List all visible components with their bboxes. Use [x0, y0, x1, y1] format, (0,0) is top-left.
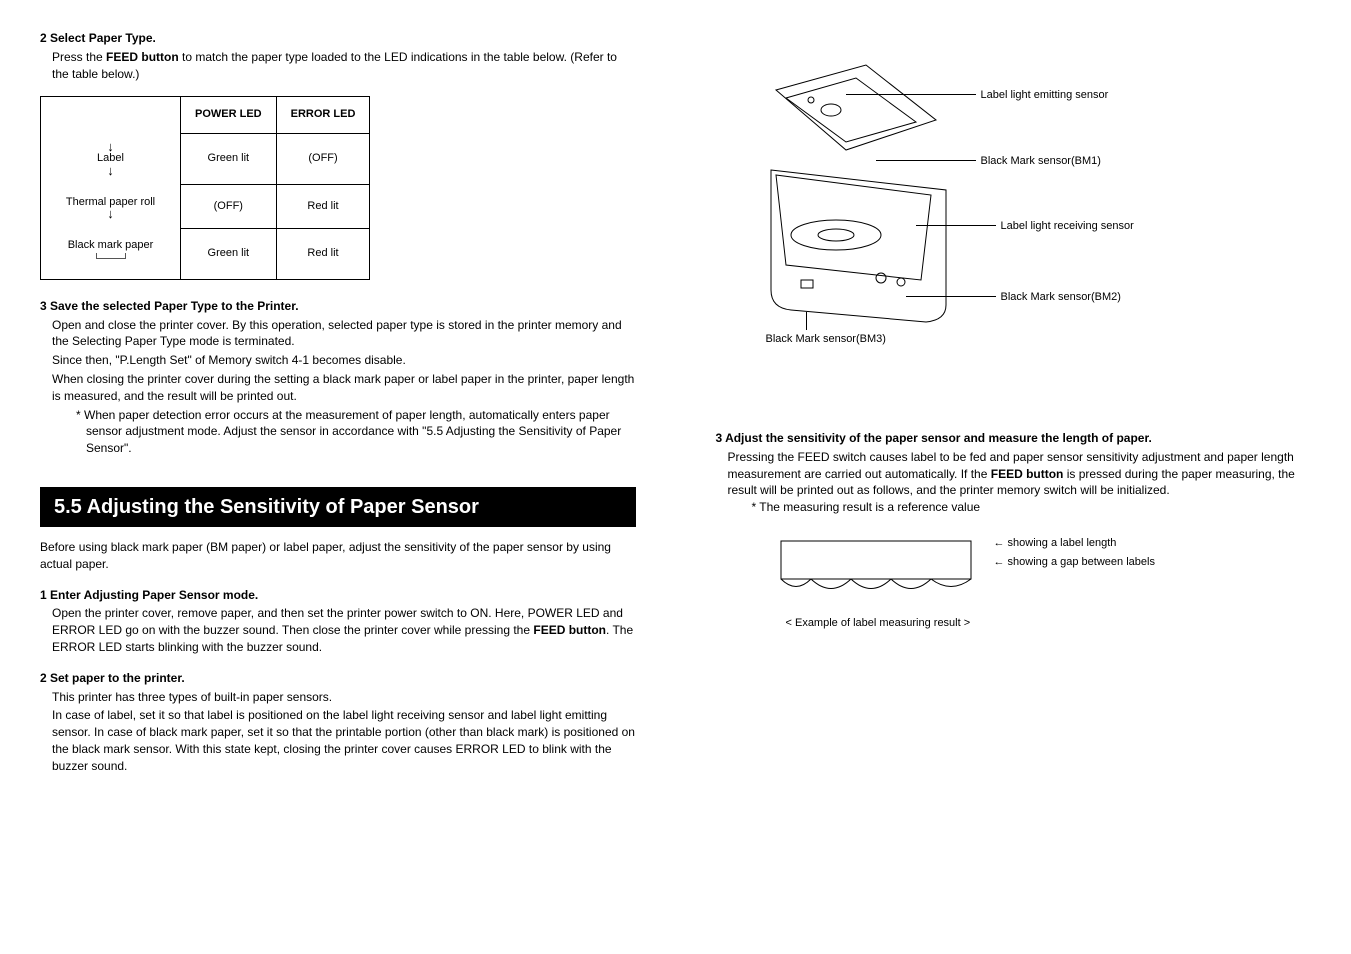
label-result-diagram: ← showing a label length ← showing a gap…	[776, 536, 1312, 631]
text: Open and close the printer cover. By thi…	[52, 317, 636, 351]
section-intro: Before using black mark paper (BM paper)…	[40, 539, 636, 573]
text: In case of label, set it so that label i…	[52, 707, 636, 774]
cell: (OFF)	[276, 133, 370, 184]
text: Since then, "P.Length Set" of Memory swi…	[52, 352, 636, 369]
step-heading: 1 Enter Adjusting Paper Sensor mode.	[40, 587, 636, 604]
text: When closing the printer cover during th…	[52, 371, 636, 405]
label-arrow-legend: ← showing a label length ← showing a gap…	[994, 536, 1155, 575]
text: This printer has three types of built-in…	[52, 689, 636, 706]
printer-illustration	[716, 50, 1016, 350]
arrow-down-icon: ↓	[55, 210, 166, 218]
step-1-enter-mode: 1 Enter Adjusting Paper Sensor mode. Ope…	[40, 587, 636, 656]
leader-line	[876, 160, 976, 161]
table-header-error: ERROR LED	[276, 97, 370, 133]
callout-emit: Label light emitting sensor	[981, 88, 1109, 103]
leader-line	[846, 94, 976, 95]
callout-bm1: Black Mark sensor(BM1)	[981, 154, 1101, 169]
feed-button-text: FEED button	[106, 50, 179, 64]
cell: Green lit	[181, 228, 277, 279]
leader-line	[916, 225, 996, 226]
callout-recv: Label light receiving sensor	[1001, 219, 1134, 234]
label-diagram-caption: < Example of label measuring result >	[786, 616, 1312, 631]
note-text: * When paper detection error occurs at t…	[76, 407, 636, 457]
feed-button-text: FEED button	[991, 467, 1064, 481]
step-body: Press the FEED button to match the paper…	[52, 49, 636, 83]
callout-bm3: Black Mark sensor(BM3)	[766, 332, 886, 347]
feed-button-text: FEED button	[533, 623, 606, 637]
step-body: Open and close the printer cover. By thi…	[52, 317, 636, 457]
step-heading: 3 Adjust the sensitivity of the paper se…	[716, 430, 1312, 447]
row-label: Black mark paper	[68, 239, 154, 251]
arrow-down-icon: ↓	[55, 167, 166, 175]
step-body: Pressing the FEED switch causes label to…	[728, 449, 1312, 516]
table-row: Black mark paper Green lit Red lit	[41, 228, 370, 279]
leader-line	[906, 296, 996, 297]
cell: Green lit	[181, 133, 277, 184]
label-strip-illustration	[776, 536, 976, 606]
arrow-down-icon: ↓	[55, 143, 166, 151]
step-heading: 3 Save the selected Paper Type to the Pr…	[40, 298, 636, 315]
step-3-save-paper-type: 3 Save the selected Paper Type to the Pr…	[40, 298, 636, 457]
arrow-label-length: ← showing a label length	[994, 536, 1155, 551]
arrow-gap-length: ← showing a gap between labels	[994, 555, 1155, 570]
step-body: This printer has three types of built-in…	[52, 689, 636, 775]
table-header-power: POWER LED	[181, 97, 277, 133]
step-heading: 2 Select Paper Type.	[40, 30, 636, 47]
step-2-set-paper: 2 Set paper to the printer. This printer…	[40, 670, 636, 775]
printer-sensor-diagram: Label light emitting sensor Black Mark s…	[716, 50, 1216, 370]
table-row: ↓ Label ↓ Green lit (OFF)	[41, 133, 370, 184]
cell: Red lit	[276, 228, 370, 279]
text: Press the	[52, 50, 106, 64]
table-row: Thermal paper roll ↓ (OFF) Red lit	[41, 185, 370, 228]
leader-line	[806, 312, 807, 330]
callout-bm2: Black Mark sensor(BM2)	[1001, 290, 1121, 305]
cell: (OFF)	[181, 185, 277, 228]
step-2-select-paper-type: 2 Select Paper Type. Press the FEED butt…	[40, 30, 636, 82]
led-table: POWER LED ERROR LED ↓ Label ↓ Green lit …	[40, 96, 370, 279]
step-3-adjust-sensitivity: 3 Adjust the sensitivity of the paper se…	[716, 430, 1312, 516]
note-text: * The measuring result is a reference va…	[752, 499, 1312, 516]
step-body: Open the printer cover, remove paper, an…	[52, 605, 636, 655]
section-title-bar: 5.5 Adjusting the Sensitivity of Paper S…	[40, 487, 636, 527]
step-heading: 2 Set paper to the printer.	[40, 670, 636, 687]
cell: Red lit	[276, 185, 370, 228]
